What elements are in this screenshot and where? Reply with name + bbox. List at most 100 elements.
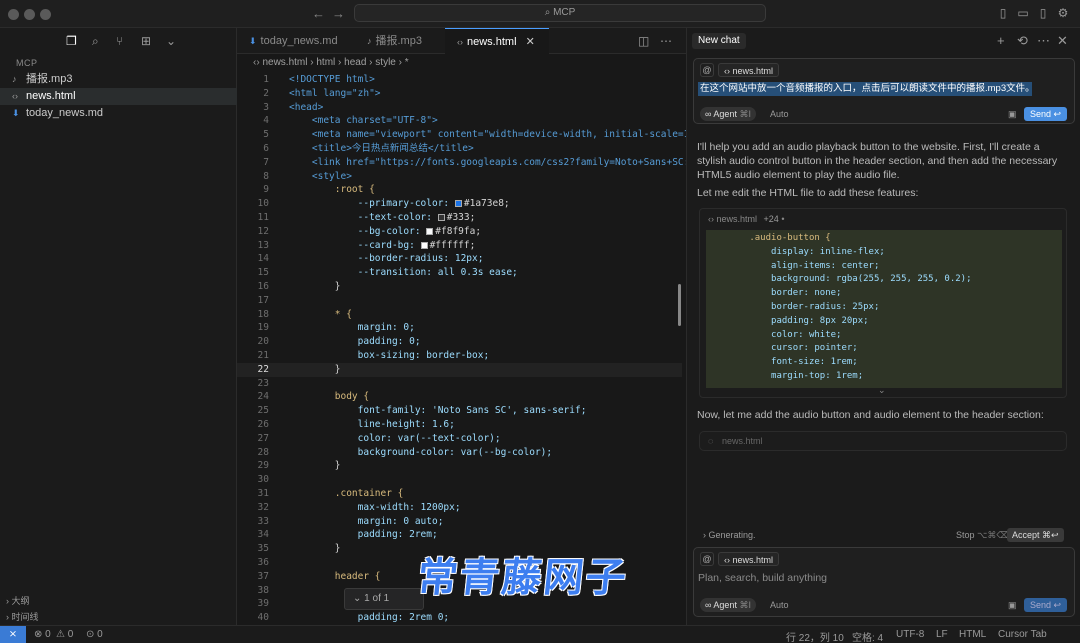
code-line[interactable]: 31 .container { — [237, 487, 682, 501]
split-editor-icon[interactable]: ◫ — [638, 34, 649, 48]
maximize-window-button[interactable] — [40, 9, 51, 20]
forward-icon[interactable]: → — [332, 6, 345, 21]
code-area[interactable]: 1 <!DOCTYPE html> 2 <html lang="zh"> 3 <head>… — [237, 71, 686, 625]
tab-news-html[interactable]: ‹› news.html ✕ — [445, 28, 549, 54]
chevron-down-icon[interactable]: ⌄ — [878, 385, 886, 396]
code-line[interactable]: 33 margin: 0 auto; — [237, 515, 682, 529]
stop-button[interactable]: Stop ⌥⌘⌫ — [956, 530, 1009, 541]
code-line[interactable]: 40 padding: 2rem 0; — [237, 611, 682, 625]
errors-indicator[interactable]: ⊗ 0 — [34, 629, 51, 640]
code-line[interactable]: 19 margin: 0; — [237, 321, 682, 335]
code-line[interactable]: 27 color: var(--text-color); — [237, 432, 682, 446]
cursor-position[interactable]: 行 22，列 10 — [786, 629, 844, 643]
code-edit-block[interactable]: ‹› news.html +24 • .audio-button { displ… — [699, 208, 1067, 398]
source-control-icon[interactable]: ⑂ — [116, 34, 123, 48]
command-search-box[interactable]: ⌕ MCP — [354, 4, 766, 22]
code-line[interactable]: 10 --primary-color: #1a73e8; — [237, 197, 682, 211]
model-selector[interactable]: Auto — [770, 600, 789, 610]
code-line[interactable]: 14 --border-radius: 12px; — [237, 252, 682, 266]
code-line[interactable]: 8 <style> — [237, 170, 682, 184]
code-line[interactable]: 22 } — [237, 362, 682, 377]
explorer-folder-title[interactable]: MCP — [16, 58, 38, 68]
new-chat-icon[interactable]: + — [997, 33, 1005, 48]
encoding[interactable]: UTF-8 — [896, 629, 924, 640]
indentation[interactable]: 空格: 4 — [852, 629, 883, 643]
search-icon[interactable]: ⌕ — [92, 34, 99, 49]
tab-today-news[interactable]: ⬇ today_news.md — [237, 28, 355, 54]
tab-new-chat[interactable]: New chat — [692, 33, 746, 49]
agent-mode-selector[interactable]: ∞ Agent ⌘I — [700, 107, 756, 121]
toggle-panel-icon[interactable]: ▭ — [1016, 6, 1030, 20]
file-item-markdown[interactable]: ⬇ today_news.md — [0, 105, 237, 122]
code-line[interactable]: 25 font-family: 'Noto Sans SC', sans-ser… — [237, 404, 682, 418]
model-selector[interactable]: Auto — [770, 109, 789, 119]
pending-edit-block[interactable]: ◌ news.html — [699, 431, 1067, 451]
back-icon[interactable]: ← — [312, 6, 325, 21]
code-line[interactable]: 12 --bg-color: #f8f9fa; — [237, 225, 682, 239]
code-line[interactable]: 23 — [237, 377, 682, 391]
breadcrumb-item[interactable]: html — [316, 57, 335, 68]
color-swatch[interactable] — [420, 241, 428, 249]
file-item-news-html[interactable]: ‹› news.html — [0, 88, 237, 105]
ports-indicator[interactable]: ⊙ 0 — [86, 629, 103, 640]
code-line[interactable]: 6 <title>今日热点新闻总结</title> — [237, 142, 682, 156]
code-line[interactable]: 9 :root { — [237, 183, 682, 197]
image-icon[interactable]: ▣ — [1008, 600, 1017, 611]
chat-input-box[interactable]: @ ‹› news.html Plan, search, build anyth… — [693, 547, 1075, 617]
accept-button[interactable]: Accept ⌘↩ — [1007, 528, 1064, 542]
tab-audio[interactable]: ♪ 播报.mp3 — [355, 28, 445, 54]
mention-icon[interactable]: @ — [700, 552, 714, 566]
code-line[interactable]: 11 --text-color: #333; — [237, 211, 682, 225]
editor-scrollbar[interactable] — [678, 284, 681, 326]
chevron-down-icon[interactable]: ⌄ — [166, 34, 176, 48]
code-line[interactable]: 16 } — [237, 280, 682, 294]
toggle-chat-icon[interactable]: ▯ — [1036, 6, 1050, 20]
find-widget[interactable]: ⌄ 1 of 1 — [344, 588, 424, 610]
agent-mode-selector[interactable]: ∞ Agent ⌘I — [700, 598, 756, 612]
code-line[interactable]: 26 line-height: 1.6; — [237, 418, 682, 432]
mention-icon[interactable]: @ — [700, 63, 714, 77]
breadcrumb-item[interactable]: style — [375, 57, 396, 68]
chat-input-placeholder[interactable]: Plan, search, build anything — [698, 572, 827, 584]
code-line[interactable]: 4 <meta charset="UTF-8"> — [237, 114, 682, 128]
more-actions-icon[interactable]: ⋯ — [660, 34, 672, 48]
history-icon[interactable]: ⟲ — [1017, 33, 1028, 49]
context-file-chip[interactable]: ‹› news.html — [718, 552, 780, 566]
close-icon[interactable]: ✕ — [1057, 33, 1068, 49]
cursor-tab-indicator[interactable]: Cursor Tab — [998, 629, 1047, 640]
breadcrumb-item[interactable]: * — [405, 57, 409, 68]
code-line[interactable]: 3 <head> — [237, 101, 682, 115]
send-button[interactable]: Send ↩ — [1024, 598, 1068, 612]
code-line[interactable]: 1 <!DOCTYPE html> — [237, 73, 682, 87]
color-swatch[interactable] — [426, 227, 434, 235]
code-line[interactable]: 21 box-sizing: border-box; — [237, 349, 682, 363]
code-line[interactable]: 5 <meta name="viewport" content="width=d… — [237, 128, 686, 142]
close-tab-icon[interactable]: ✕ — [526, 36, 535, 48]
chevron-down-icon[interactable]: ⌄ — [353, 593, 361, 604]
code-line[interactable]: 18 * { — [237, 308, 682, 322]
extensions-icon[interactable]: ⊞ — [141, 34, 151, 48]
explorer-icon[interactable]: ❐ — [66, 34, 77, 48]
context-file-chip[interactable]: ‹› news.html — [718, 63, 780, 77]
color-swatch[interactable] — [454, 200, 462, 208]
code-line[interactable]: 15 --transition: all 0.3s ease; — [237, 266, 682, 280]
minimize-window-button[interactable] — [24, 9, 35, 20]
user-message-box[interactable]: @ ‹› news.html 在这个网站中放一个音频播报的入口，点击后可以朗读文… — [693, 58, 1075, 124]
breadcrumb-item[interactable]: head — [344, 57, 366, 68]
code-line[interactable]: 30 — [237, 473, 682, 487]
send-button[interactable]: Send ↩ — [1024, 107, 1068, 121]
breadcrumb-item[interactable]: news.html — [262, 57, 307, 68]
code-line[interactable]: 17 — [237, 294, 682, 308]
code-line[interactable]: 32 max-width: 1200px; — [237, 501, 682, 515]
close-window-button[interactable] — [8, 9, 19, 20]
code-line[interactable]: 20 padding: 0; — [237, 335, 682, 349]
color-swatch[interactable] — [437, 214, 445, 221]
more-options-icon[interactable]: ⋯ — [1037, 33, 1050, 49]
code-line[interactable]: 29 } — [237, 459, 682, 473]
code-line[interactable]: 28 background-color: var(--bg-color); — [237, 446, 682, 460]
remote-icon[interactable]: ⨯ — [0, 626, 26, 643]
file-item-audio[interactable]: ♪ 播报.mp3 — [0, 71, 237, 88]
toggle-sidebar-icon[interactable]: ▯ — [996, 6, 1010, 20]
settings-gear-icon[interactable]: ⚙ — [1056, 6, 1070, 20]
timeline-section[interactable]: › 时间线 — [0, 610, 237, 624]
